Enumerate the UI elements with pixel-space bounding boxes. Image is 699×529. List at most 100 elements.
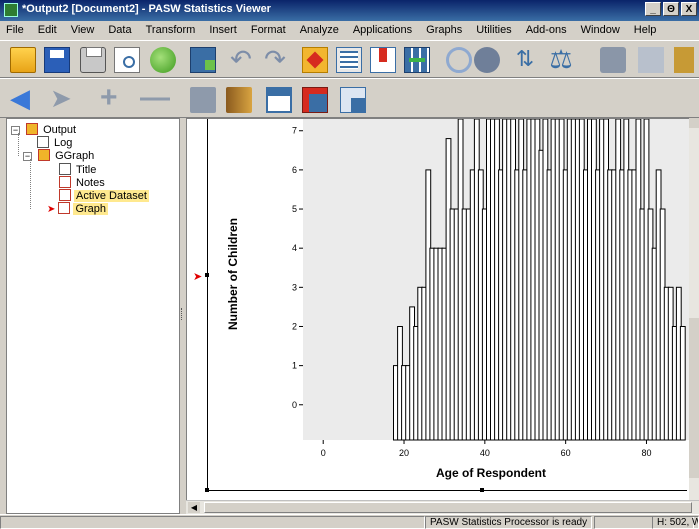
x-tick-label: 0 [321, 448, 326, 458]
log-icon [37, 136, 49, 148]
horizontal-scrollbar[interactable]: ◀ [186, 500, 699, 514]
tree-item-title[interactable]: Title [59, 163, 98, 176]
x-tick-label: 40 [480, 448, 490, 458]
export-icon[interactable] [150, 47, 176, 73]
variables-icon[interactable] [404, 47, 430, 73]
minimize-button[interactable]: _ [645, 2, 661, 16]
chart-frame-left [207, 119, 208, 491]
expand-icon[interactable]: + [100, 83, 126, 113]
save-icon[interactable] [44, 47, 70, 73]
tree-item-output[interactable]: − Output [11, 123, 78, 136]
scroll-left-arrow-icon[interactable]: ◀ [188, 502, 200, 513]
y-tick-label: 4 [292, 243, 297, 253]
menu-analyze[interactable]: Analyze [300, 24, 339, 36]
graph-size-readout: H: 502, W: 627 pt [652, 516, 699, 529]
bar-age-89 [679, 326, 686, 441]
goto-variable-icon[interactable] [370, 47, 396, 73]
menu-bar: File Edit View Data Transform Insert For… [0, 21, 699, 39]
horizontal-scroll-thumb[interactable] [204, 502, 692, 513]
restore-button[interactable]: Θ [663, 2, 679, 16]
promote-icon[interactable]: ◀ [10, 85, 36, 113]
collapse-icon[interactable]: — [140, 83, 170, 113]
main-toolbar: ↶ ↷ ⇅ ⚖ [0, 40, 699, 78]
menu-transform[interactable]: Transform [146, 24, 196, 36]
app-icon [4, 3, 18, 17]
recall-dialog-icon[interactable] [190, 47, 216, 73]
tree-item-active-dataset[interactable]: Active Dataset [59, 189, 149, 202]
vertical-scroll-thumb[interactable] [689, 318, 699, 478]
y-tick-label: 1 [292, 361, 297, 371]
redo-icon[interactable]: ↷ [262, 46, 288, 73]
split-file-icon[interactable]: ⇅ [512, 47, 538, 73]
current-item-arrow-icon: ➤ [47, 204, 56, 215]
x-axis: 0 20 40 60 80 [321, 440, 651, 458]
processor-status: PASW Statistics Processor is ready [425, 516, 592, 529]
title-bar: *Output2 [Document2] - PASW Statistics V… [0, 0, 699, 21]
tree-line [18, 133, 20, 156]
print-preview-icon[interactable] [114, 47, 140, 73]
y-axis-label: Number of Children [226, 218, 240, 330]
close-button[interactable]: X [681, 2, 697, 16]
title-icon [59, 163, 71, 175]
outline-toolbar: ◀ ➤ + — [0, 78, 699, 118]
y-tick-label: 0 [292, 400, 297, 410]
y-tick-label: 7 [292, 126, 297, 136]
open-icon[interactable] [10, 47, 36, 73]
insert-title-icon[interactable] [302, 87, 328, 113]
menu-applications[interactable]: Applications [353, 24, 412, 36]
tree-item-notes[interactable]: Notes [59, 176, 107, 189]
selection-handle [205, 273, 209, 277]
output-book-icon [26, 123, 39, 135]
insert-text-icon[interactable] [340, 87, 366, 113]
insert-cases-icon[interactable] [474, 47, 500, 73]
tree-item-graph[interactable]: ➤ Graph [47, 202, 109, 215]
use-sets-icon[interactable] [674, 47, 694, 73]
weight-cases-icon[interactable]: ⚖ [548, 46, 574, 73]
menu-insert[interactable]: Insert [209, 24, 237, 36]
window-controls: _ Θ X [645, 2, 697, 16]
selection-marker-icon: ➤ [193, 271, 202, 283]
x-axis-label: Age of Respondent [436, 466, 546, 480]
value-labels-icon[interactable] [638, 47, 664, 73]
outline-pane: − Output Log − GGraph Title Notes Active… [6, 118, 180, 514]
x-tick-label: 80 [641, 448, 651, 458]
undo-icon[interactable]: ↶ [228, 46, 254, 73]
menu-utilities[interactable]: Utilities [476, 24, 511, 36]
y-tick-label: 2 [292, 321, 297, 331]
goto-data-icon[interactable] [302, 47, 328, 73]
y-tick-label: 3 [292, 282, 297, 292]
vertical-scrollbar[interactable] [689, 118, 699, 500]
y-tick-label: 5 [292, 204, 297, 214]
y-axis: 0 1 2 3 4 5 6 7 [292, 126, 303, 410]
tree-line [30, 159, 32, 209]
find-icon[interactable] [446, 47, 472, 73]
active-dataset-icon [59, 189, 71, 201]
hide-icon[interactable] [226, 87, 252, 113]
window-title: *Output2 [Document2] - PASW Statistics V… [22, 3, 271, 15]
menu-data[interactable]: Data [108, 24, 131, 36]
selection-handle [205, 488, 209, 492]
tree-item-ggraph[interactable]: − GGraph [23, 149, 96, 162]
print-icon[interactable] [80, 47, 106, 73]
demote-icon[interactable]: ➤ [50, 85, 76, 113]
ggraph-book-icon [38, 149, 51, 161]
menu-help[interactable]: Help [634, 24, 657, 36]
tree-item-log[interactable]: Log [37, 136, 74, 149]
selection-handle [480, 488, 484, 492]
select-cases-icon[interactable] [600, 47, 626, 73]
menu-view[interactable]: View [71, 24, 95, 36]
menu-addons[interactable]: Add-ons [526, 24, 567, 36]
menu-format[interactable]: Format [251, 24, 286, 36]
graph-chart[interactable]: 0 1 2 3 4 5 6 7 0 20 40 60 80 Number of Children Ag… [187, 119, 699, 514]
graph-icon [58, 202, 71, 214]
menu-graphs[interactable]: Graphs [426, 24, 462, 36]
menu-file[interactable]: File [6, 24, 24, 36]
goto-case-icon[interactable] [336, 47, 362, 73]
show-icon[interactable] [190, 87, 216, 113]
scroll-up-arrow-icon[interactable] [689, 118, 699, 128]
menu-edit[interactable]: Edit [38, 24, 57, 36]
splitter-grip [181, 308, 184, 320]
menu-window[interactable]: Window [581, 24, 620, 36]
status-bar: PASW Statistics Processor is ready H: 50… [0, 514, 699, 529]
insert-heading-icon[interactable] [266, 87, 292, 113]
